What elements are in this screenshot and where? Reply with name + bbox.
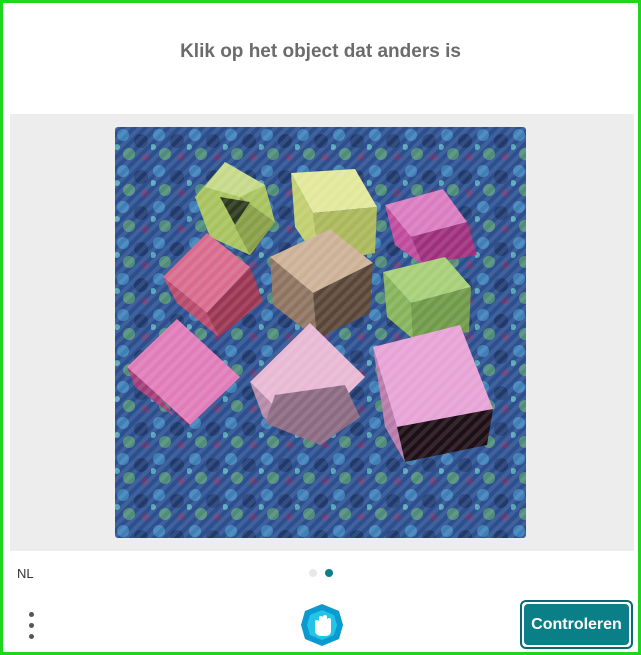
challenge-title: Klik op het object dat anders is — [180, 41, 461, 62]
more-vertical-icon[interactable] — [21, 608, 41, 642]
challenge-image-area — [10, 114, 634, 551]
captcha-frame: Klik op het object dat anders is NL Cont… — [0, 0, 641, 655]
pagination-dot-2 — [325, 569, 333, 577]
menu-dot — [28, 622, 34, 628]
hand-logo-icon — [299, 602, 345, 648]
cubes-challenge-image[interactable] — [115, 127, 526, 538]
check-button[interactable]: Controleren — [520, 600, 633, 649]
check-button-label: Controleren — [524, 604, 629, 645]
menu-dot — [28, 633, 34, 639]
language-selector[interactable]: NL — [17, 566, 34, 581]
menu-dot — [28, 611, 34, 617]
pagination-dot-1 — [309, 569, 317, 577]
pagination-dots — [309, 569, 333, 577]
